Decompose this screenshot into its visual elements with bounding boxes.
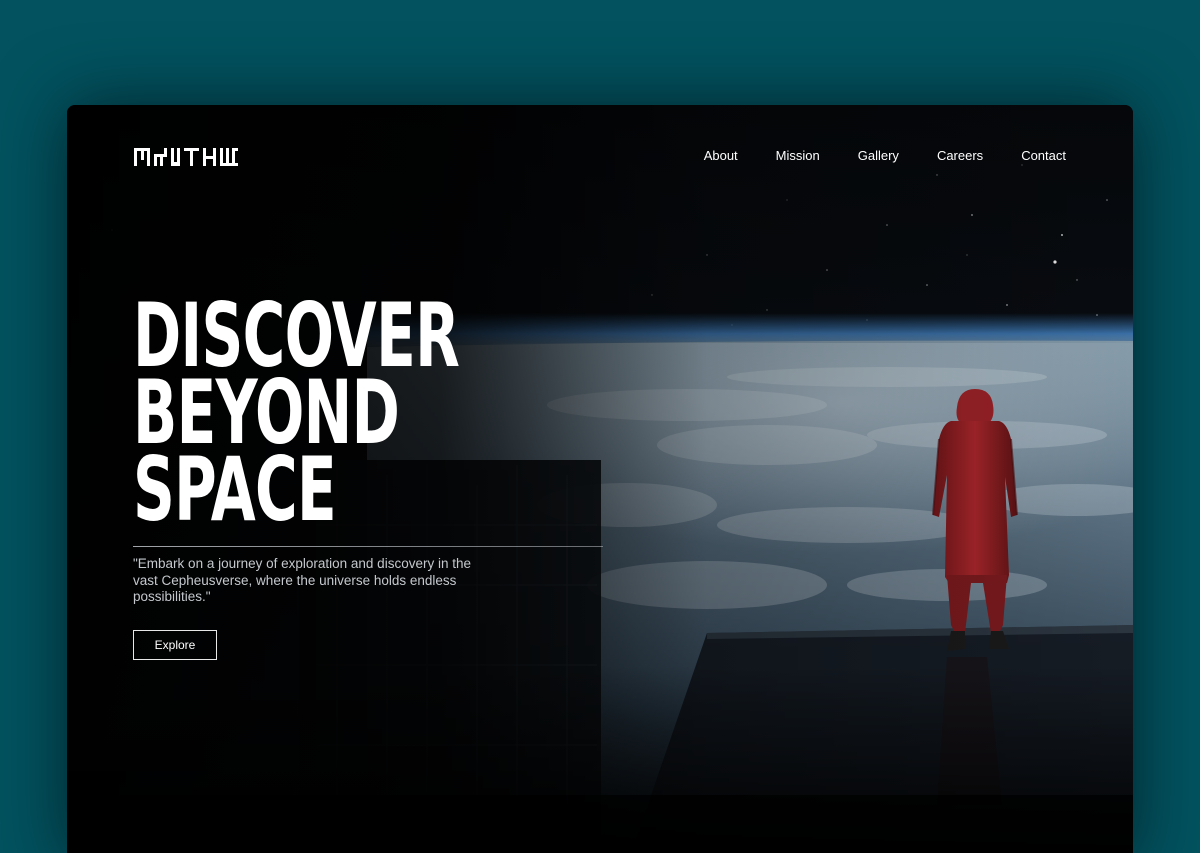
nav-link-careers[interactable]: Careers bbox=[937, 148, 983, 164]
nav-link-mission[interactable]: Mission bbox=[776, 148, 820, 164]
hero-divider bbox=[133, 546, 603, 547]
main-menu: About Mission Gallery Careers Contact bbox=[666, 148, 1066, 164]
explore-button[interactable]: Explore bbox=[133, 630, 217, 660]
nav-link-gallery[interactable]: Gallery bbox=[858, 148, 899, 164]
logo-icon bbox=[134, 148, 238, 166]
hero-title-line-3: SPACE bbox=[133, 438, 337, 541]
top-nav: About Mission Gallery Careers Contact bbox=[134, 148, 1066, 172]
nav-link-contact[interactable]: Contact bbox=[1021, 148, 1066, 164]
website-frame: About Mission Gallery Careers Contact DI… bbox=[67, 105, 1133, 853]
hero-tagline: "Embark on a journey of exploration and … bbox=[133, 556, 471, 604]
brand-logo[interactable] bbox=[134, 148, 238, 171]
nav-link-about[interactable]: About bbox=[704, 148, 738, 164]
hero-title: DISCOVER BEYOND SPACE bbox=[133, 292, 460, 541]
